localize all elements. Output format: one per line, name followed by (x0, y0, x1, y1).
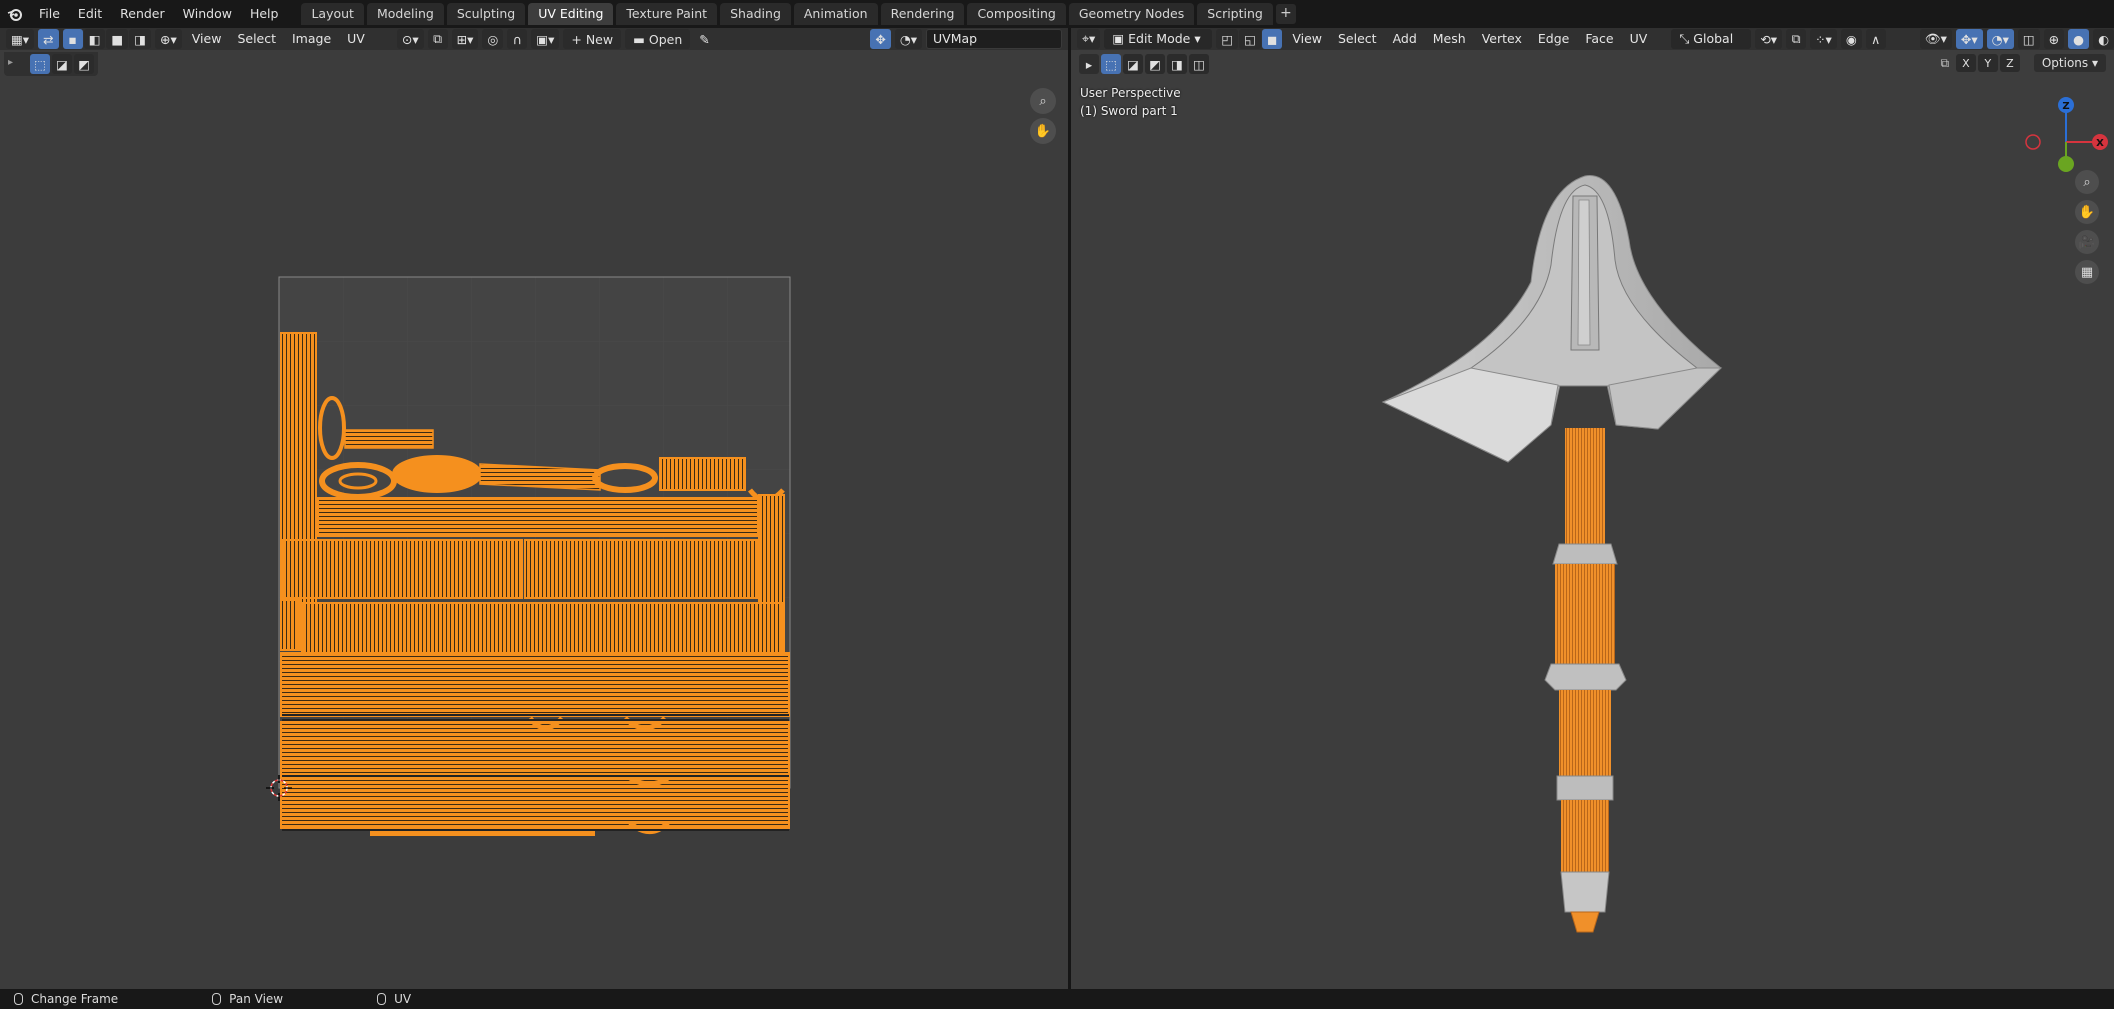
status-pan-view: Pan View (212, 992, 283, 1006)
proportional-falloff-icon[interactable]: ∧ (1865, 29, 1886, 49)
tab-uv-editing[interactable]: UV Editing (528, 3, 614, 25)
island-select-icon[interactable]: ◨ (129, 29, 152, 49)
vp-menu-vertex[interactable]: Vertex (1476, 29, 1528, 49)
uv-gizmo-icon[interactable]: ✥ (870, 29, 891, 49)
uv-menu-view[interactable]: View (186, 29, 228, 49)
blender-logo-icon[interactable] (0, 0, 30, 28)
viewport-editor-type-icon[interactable]: ⌖▾ (1077, 29, 1101, 49)
add-workspace-button[interactable]: + (1275, 4, 1296, 24)
tab-shading[interactable]: Shading (720, 3, 791, 25)
vertex-mode-icon[interactable]: ◰ (1216, 29, 1239, 49)
vp-menu-edge[interactable]: Edge (1532, 29, 1575, 49)
status-change-frame: Change Frame (14, 992, 118, 1006)
edge-mode-icon[interactable]: ◱ (1239, 29, 1261, 49)
visibility-icon[interactable]: 👁▾ (1919, 29, 1952, 49)
xray-icon[interactable]: ◫ (2017, 29, 2040, 49)
menu-window[interactable]: Window (174, 0, 241, 28)
tab-animation[interactable]: Animation (793, 3, 878, 25)
vertex-select-icon[interactable]: ▪ (62, 29, 83, 49)
uv-canvas[interactable] (0, 50, 1068, 989)
vp-menu-view[interactable]: View (1286, 29, 1328, 49)
mesh-select-mode-group: ◰ ◱ ◼ (1216, 29, 1283, 49)
menu-file[interactable]: File (30, 0, 69, 28)
uv-select-mode-group: ▪ ◧ ■ ◨ (62, 29, 152, 49)
snapping-icon[interactable]: ⧉ (1786, 29, 1807, 49)
vp-menu-add[interactable]: Add (1387, 29, 1423, 49)
tab-geometry-nodes[interactable]: Geometry Nodes (1068, 3, 1195, 25)
status-pan-view-label: Pan View (229, 992, 284, 1006)
mouse-left-icon (14, 993, 23, 1005)
uv-menu-select[interactable]: Select (231, 29, 282, 49)
top-bar: File Edit Render Window Help Layout Mode… (0, 0, 2114, 28)
pivot-point-icon[interactable]: ⟲▾ (1755, 29, 1783, 49)
mouse-right-icon (377, 993, 387, 1005)
material-shading-icon[interactable]: ◐ (2093, 29, 2114, 49)
sync-selection-icon[interactable]: ⇄ (38, 29, 59, 49)
vp-menu-uv[interactable]: UV (1624, 29, 1654, 49)
mouse-middle-icon (212, 993, 222, 1005)
sticky-selection-icon[interactable]: ⊕▾ (155, 29, 182, 49)
vp-menu-mesh[interactable]: Mesh (1427, 29, 1472, 49)
tab-scripting[interactable]: Scripting (1197, 3, 1273, 25)
vp-menu-select[interactable]: Select (1332, 29, 1383, 49)
tab-sculpting[interactable]: Sculpting (446, 3, 526, 25)
menu-edit[interactable]: Edit (69, 0, 111, 28)
edge-select-icon[interactable]: ◧ (83, 29, 106, 49)
editor-type-icon[interactable]: ▦▾ (6, 29, 35, 49)
uv-menu-image[interactable]: Image (286, 29, 337, 49)
tab-texture-paint[interactable]: Texture Paint (616, 3, 718, 25)
face-mode-icon[interactable]: ◼ (1261, 29, 1283, 49)
overlays-icon[interactable]: ◔▾ (1986, 29, 2014, 49)
solid-shading-icon[interactable]: ● (2068, 29, 2090, 49)
3d-viewport-area[interactable]: ▸ ⬚ ◪ ◩ ◨ ◫ ⧉ X Y Z Options ▾ User Persp… (1071, 50, 2114, 989)
snap-icon[interactable]: ⧉ (427, 29, 448, 49)
tab-modeling[interactable]: Modeling (366, 3, 444, 25)
uv-overlay-icon[interactable]: ◔▾ (894, 29, 922, 49)
transform-orientation-dropdown[interactable]: ⤡ Global ▾ (1671, 29, 1752, 66)
status-uv-label: UV (394, 992, 412, 1006)
menu-render[interactable]: Render (111, 0, 174, 28)
uv-menu-uv[interactable]: UV (341, 29, 371, 49)
falloff-icon[interactable]: ∩ (507, 29, 528, 49)
mode-dropdown[interactable]: ▣ Edit Mode ▾ (1104, 29, 1213, 49)
snap-target-icon[interactable]: ⊞▾ (451, 29, 479, 49)
sword-mesh[interactable] (1071, 50, 2114, 989)
viewport-header: ⌖▾ ▣ Edit Mode ▾ ◰ ◱ ◼ View Select Add M… (1071, 28, 2114, 66)
uvmap-field[interactable]: UVMap (926, 29, 1062, 49)
status-bar: Change Frame Pan View UV (0, 989, 2114, 1009)
transform-orientation-label: Global (1693, 31, 1734, 46)
snap-increment-icon[interactable]: ⁘▾ (1810, 29, 1837, 49)
open-image-button[interactable]: ▬ Open (625, 29, 691, 49)
workspace-tabs: Layout Modeling Sculpting UV Editing Tex… (301, 0, 1296, 28)
uv-editor-area[interactable]: ▸ ⬚ ◪ ◩ ⌕ ✋ (0, 50, 1068, 989)
status-change-frame-label: Change Frame (31, 992, 119, 1006)
proportional-edit-icon[interactable]: ◎ (482, 29, 504, 49)
proportional-editing-icon[interactable]: ◉ (1840, 29, 1862, 49)
tab-layout[interactable]: Layout (301, 3, 364, 25)
wireframe-shading-icon[interactable]: ⊕ (2043, 29, 2065, 49)
tab-compositing[interactable]: Compositing (967, 3, 1066, 25)
pivot-icon[interactable]: ⊙▾ (396, 29, 424, 49)
uv-editor-header: ▦▾ ⇄ ▪ ◧ ■ ◨ ⊕▾ View Select Image UV ⊙▾ … (0, 28, 1068, 50)
image-browse-icon[interactable]: ▣▾ (531, 29, 560, 49)
menu-help[interactable]: Help (241, 0, 288, 28)
new-image-label: New (585, 31, 614, 47)
new-image-button[interactable]: + New (563, 29, 622, 49)
open-image-label: Open (648, 31, 683, 47)
vp-menu-face[interactable]: Face (1579, 29, 1619, 49)
face-select-icon[interactable]: ■ (106, 29, 129, 49)
status-uv: UV (377, 992, 411, 1006)
gizmo-toggle-icon[interactable]: ✥▾ (1955, 29, 1983, 49)
mode-label: Edit Mode (1128, 31, 1191, 46)
pin-icon[interactable]: ✎ (694, 29, 714, 49)
tab-rendering[interactable]: Rendering (880, 3, 965, 25)
